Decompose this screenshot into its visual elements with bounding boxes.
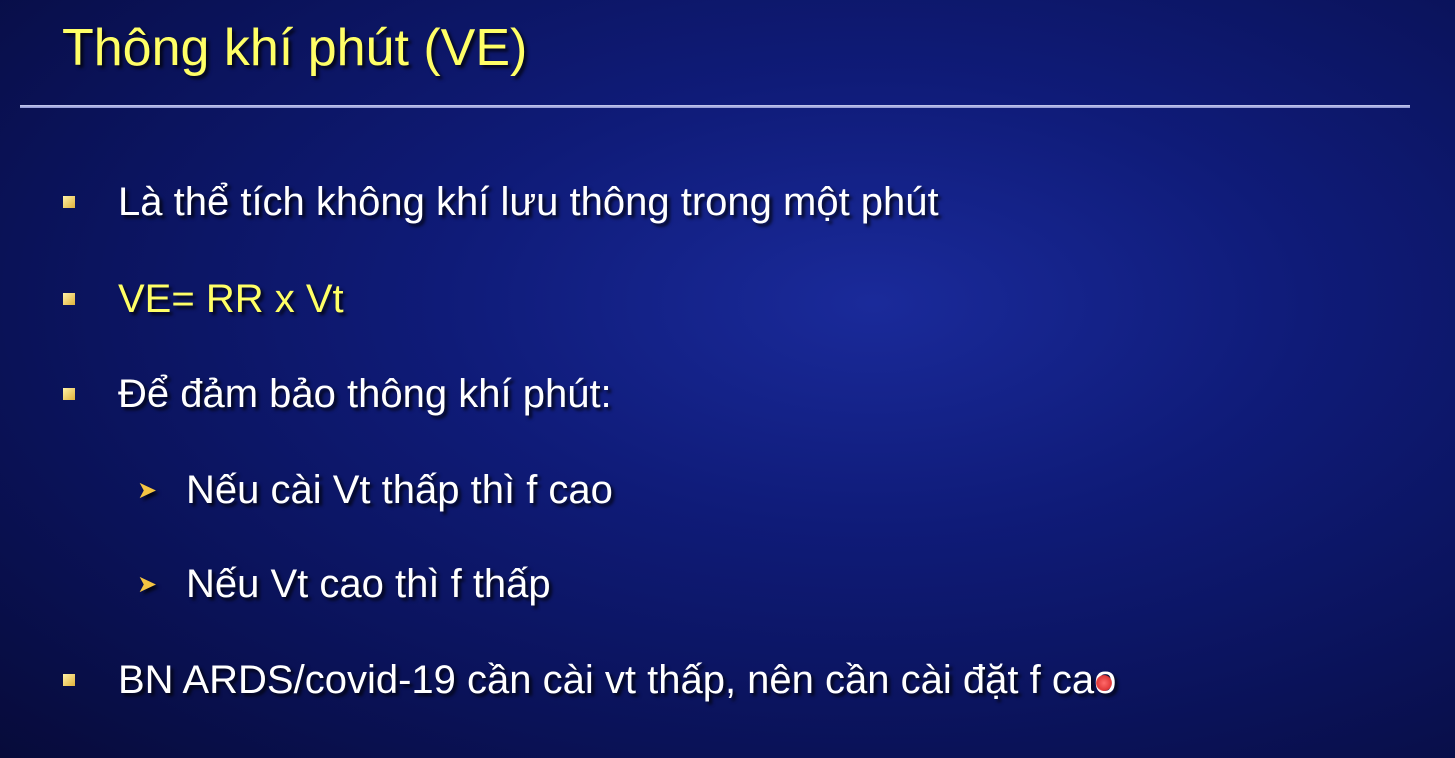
laser-pointer-icon xyxy=(1096,675,1112,691)
bullet-text: BN ARDS/covid-19 cần cài vt thấp, nên cầ… xyxy=(118,658,1117,702)
sub-bullet-text: Nếu cài Vt thấp thì f cao xyxy=(186,468,613,512)
square-bullet-icon xyxy=(63,196,75,208)
square-bullet-icon xyxy=(63,388,75,400)
arrow-bullet-icon: ➤ xyxy=(137,477,158,504)
bullet-text: Để đảm bảo thông khí phút: xyxy=(118,372,612,416)
sub-bullet-text: Nếu Vt cao thì f thấp xyxy=(186,562,551,606)
square-bullet-icon xyxy=(63,293,75,305)
bullet-text-formula: VE= RR x Vt xyxy=(118,277,344,321)
slide: Thông khí phút (VE) Là thể tích không kh… xyxy=(0,0,1455,758)
arrow-bullet-icon: ➤ xyxy=(137,571,158,598)
square-bullet-icon xyxy=(63,674,75,686)
slide-title: Thông khí phút (VE) xyxy=(62,19,528,77)
bullet-text: Là thể tích không khí lưu thông trong mộ… xyxy=(118,180,939,224)
title-divider xyxy=(20,105,1410,108)
